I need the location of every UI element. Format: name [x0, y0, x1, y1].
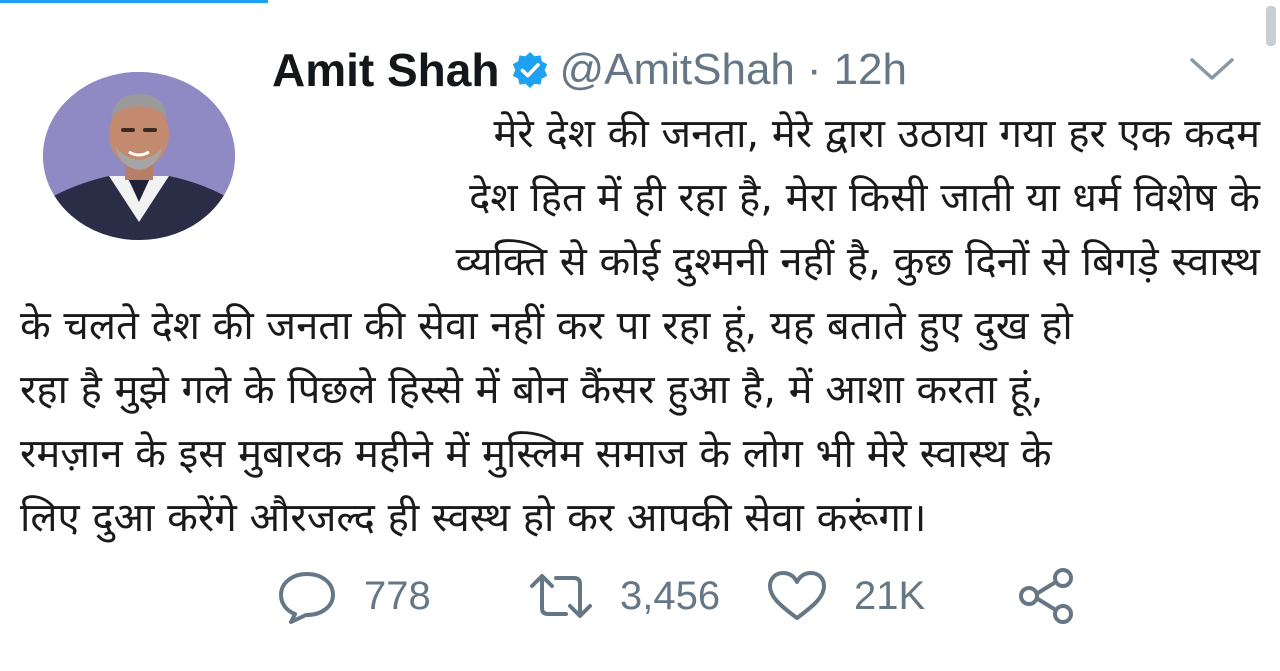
reply-count: 778: [364, 573, 431, 618]
scrollbar[interactable]: [1266, 6, 1276, 46]
top-accent-bar: [0, 0, 268, 3]
like-button[interactable]: 21K: [766, 568, 996, 624]
tweet-timestamp[interactable]: 12h: [834, 45, 907, 95]
tweet-actions: 778 3,456 21K: [276, 566, 1076, 626]
reply-button[interactable]: 778: [276, 568, 468, 624]
tweet-text-line: मेरे देश की जनता, मेरे द्वारा उठाया गया …: [493, 111, 1260, 157]
tweet-text-line: के चलते देश की जनता की सेवा नहीं कर पा र…: [20, 303, 1073, 349]
header-separator: ·: [806, 45, 822, 94]
tweet-text: मेरे देश की जनता, मेरे द्वारा उठाया गया …: [20, 102, 1260, 550]
tweet-text-line: लिए दुआ करेंगे औरजल्द ही स्वस्थ हो कर आप…: [20, 495, 927, 541]
retweet-icon: [530, 574, 592, 618]
retweet-count: 3,456: [620, 573, 721, 618]
tweet-text-line: रहा है मुझे गले के पिछले हिस्से में बोन …: [20, 367, 1044, 413]
share-button[interactable]: [1016, 568, 1076, 624]
chevron-down-icon[interactable]: [1186, 52, 1238, 86]
tweet-text-line: व्यक्ति से कोई दुश्मनी नहीं है, कुछ दिनो…: [455, 239, 1260, 285]
tweet-header: Amit Shah @AmitShah · 12h: [272, 38, 907, 102]
tweet-text-line: रमज़ान के इस मुबारक महीने में मुस्लिम सम…: [20, 431, 1052, 477]
heart-icon: [768, 571, 826, 620]
retweet-button[interactable]: 3,456: [528, 568, 778, 624]
share-icon: [1019, 568, 1073, 624]
author-handle[interactable]: @AmitShah: [559, 45, 794, 95]
author-name[interactable]: Amit Shah: [272, 43, 499, 97]
like-count: 21K: [854, 573, 926, 618]
verified-badge-icon: [511, 51, 549, 89]
reply-icon: [279, 572, 335, 624]
tweet-text-line: देश हित में ही रहा है, मेरा किसी जाती या…: [469, 175, 1260, 221]
